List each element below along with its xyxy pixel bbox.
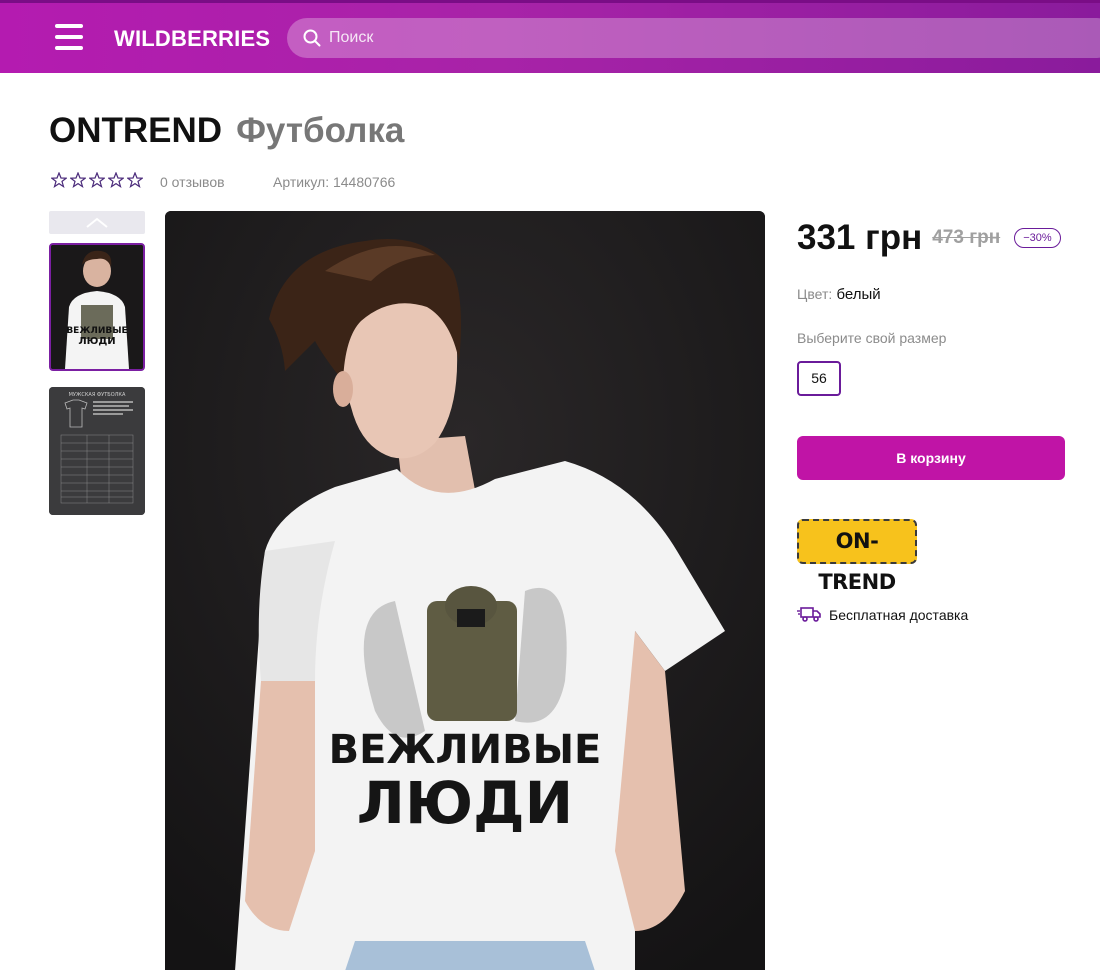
thumbnail-product-photo[interactable]: ВЕЖЛИВЫЕ ЛЮДИ [49,243,145,371]
rating-stars[interactable] [51,172,146,188]
main-product-image[interactable]: ВЕЖЛИВЫЕ ЛЮДИ [165,211,765,970]
price-block: 331 грн 473 грн −30% [797,218,1061,258]
product-brand[interactable]: ONTREND [49,111,222,150]
size-chart-thumbnail-icon: МУЖСКАЯ ФУТБОЛКА [49,387,145,515]
print-text-line-2: ЛЮДИ [357,769,573,837]
print-text-line-1: ВЕЖЛИВЫЕ [329,727,602,773]
search-input[interactable] [329,18,1089,58]
menu-icon[interactable] [55,24,83,50]
color-info: Цвет: белый [797,286,881,303]
product-name: Футболка [236,111,405,150]
brand-logo[interactable]: ON-TREND [797,519,917,594]
top-header: WILDBERRIES [0,0,1100,73]
search-icon[interactable] [303,29,321,47]
search-bar[interactable] [287,18,1100,58]
article-number: Артикул: 14480766 [273,174,396,190]
star-icon [127,172,143,188]
model-in-tshirt-photo-icon: ВЕЖЛИВЫЕ ЛЮДИ [165,211,765,970]
thumb-print-text-2: ЛЮДИ [78,336,115,347]
delivery-truck-icon [797,607,821,622]
product-photo-thumbnail-icon: ВЕЖЛИВЫЕ ЛЮДИ [51,245,143,369]
thumb-print-text-1: ВЕЖЛИВЫЕ [66,326,127,336]
old-price: 473 грн [932,227,1001,248]
delivery-text: Бесплатная доставка [829,607,969,623]
add-to-cart-button[interactable]: В корзину [797,436,1065,480]
size-chart-caption: МУЖСКАЯ ФУТБОЛКА [69,392,126,398]
size-option-56[interactable]: 56 [797,361,841,396]
star-icon [108,172,124,188]
thumbnail-size-chart[interactable]: МУЖСКАЯ ФУТБОЛКА [49,387,145,515]
discount-badge: −30% [1014,228,1061,248]
current-price: 331 грн [797,218,923,257]
reviews-count[interactable]: 0 отзывов [160,174,225,190]
star-icon [70,172,86,188]
color-label: Цвет: [797,286,833,302]
star-icon [89,172,105,188]
size-selector-title: Выберите свой размер [797,330,947,346]
color-value: белый [836,286,881,303]
star-icon [51,172,67,188]
chevron-up-icon [86,217,108,228]
thumbnails-up-button[interactable] [49,211,145,234]
site-logo[interactable]: WILDBERRIES [114,26,270,52]
product-title: ONTREND Футболка [49,111,404,151]
